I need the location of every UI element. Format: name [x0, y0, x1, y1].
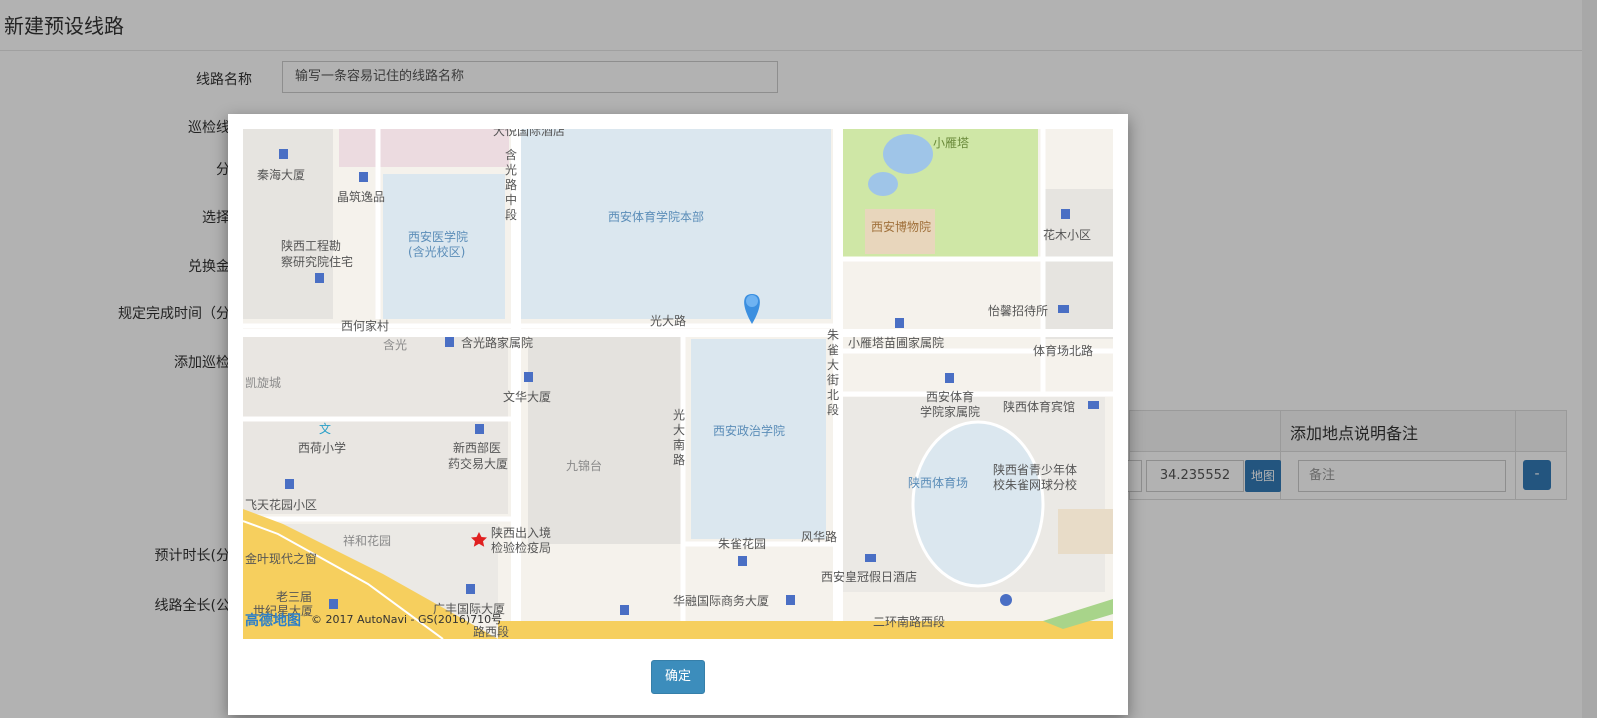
confirm-button[interactable]: 确定: [651, 660, 705, 694]
house-icon: [895, 318, 904, 328]
map-label: 花木小区: [1043, 227, 1091, 242]
map-label: 西安皇冠假日酒店: [821, 569, 917, 584]
road-label: 朱雀大街北段: [827, 328, 839, 417]
map-label: 察研究院住宅: [281, 254, 353, 269]
map-label: 检验检疫局: [491, 540, 551, 555]
road-label: 路西段: [473, 624, 509, 639]
house-icon: [1061, 209, 1070, 219]
map-block: [243, 334, 508, 514]
map-dialog: 秦海大厦 晶筑逸品 陕西工程勘 察研究院住宅 西何家村 含光路家属院 文华大厦 …: [228, 114, 1128, 715]
map-label: 华融国际商务大厦: [673, 593, 769, 608]
map-label: 陕西体育宾馆: [1003, 399, 1075, 414]
school-icon: 文: [319, 421, 331, 436]
map-label: (含光校区): [408, 244, 465, 259]
map-label: 陕西出入境: [491, 525, 551, 540]
map-label: 校朱雀网球分校: [993, 477, 1077, 492]
hotel-icon: [1088, 401, 1099, 409]
map-label: 凯旋城: [245, 376, 281, 390]
map-label: 西安体育: [926, 389, 974, 404]
map-label: 老三届: [276, 590, 312, 604]
map-label: 晶筑逸品: [337, 189, 385, 204]
map-block: [1058, 509, 1113, 554]
map-label: 小雁塔: [933, 136, 969, 150]
map-block: [1043, 189, 1113, 339]
building-icon: [466, 584, 475, 594]
amap-logo: 高德地图: [245, 612, 301, 629]
map-view[interactable]: 秦海大厦 晶筑逸品 陕西工程勘 察研究院住宅 西何家村 含光路家属院 文华大厦 …: [243, 129, 1113, 639]
landmark-icon: [1000, 594, 1012, 606]
map-label: 新西部医: [453, 440, 501, 455]
map-block: [339, 129, 509, 167]
lake-shape: [868, 172, 898, 196]
map-label: 陕西工程勘: [281, 238, 341, 253]
building-icon: [524, 372, 533, 382]
building-icon: [279, 149, 288, 159]
map-label: 秦海大厦: [257, 167, 305, 182]
map-label: 西何家村: [341, 318, 389, 333]
house-icon: [359, 172, 368, 182]
map-label: 陕西体育场: [908, 475, 968, 490]
building-icon: [620, 605, 629, 615]
map-label: 文华大厦: [503, 389, 551, 404]
road-label: 风华路: [801, 529, 837, 544]
building-icon: [475, 424, 484, 434]
road-label: 体育场北路: [1033, 343, 1093, 358]
map-label: 西安体育学院本部: [608, 209, 704, 224]
map-label: 西安政治学院: [713, 423, 785, 438]
map-label: 金叶现代之窗: [245, 551, 317, 566]
map-label: 九锦台: [566, 458, 602, 473]
building-icon: [329, 599, 338, 609]
map-label: 西荷小学: [298, 440, 346, 455]
house-icon: [285, 479, 294, 489]
lake-shape: [883, 134, 933, 174]
building-icon: [786, 595, 795, 605]
map-copyright: © 2017 AutoNavi - GS(2016)710号: [311, 613, 502, 626]
road-label: 光大南路: [673, 408, 685, 467]
map-label: 含光路家属院: [461, 335, 533, 350]
road-label: 光大路: [650, 313, 686, 328]
map-label: 药交易大厦: [448, 456, 508, 471]
road-label: 二环南路西段: [873, 614, 945, 629]
map-label: 飞天花园小区: [245, 497, 317, 512]
campus-block: [691, 339, 826, 539]
map-label: 朱雀花园: [718, 536, 766, 551]
map-label: 含光: [383, 337, 407, 352]
campus-block: [521, 129, 831, 319]
house-icon: [445, 337, 454, 347]
stadium-shape: [911, 420, 1045, 588]
map-label: 西安医学院: [408, 229, 468, 244]
map-label: 祥和花园: [343, 533, 391, 548]
map-label: 怡馨招待所: [988, 303, 1048, 318]
map-block: [528, 334, 683, 544]
map-label: 小雁塔苗圃家属院: [848, 335, 944, 350]
house-icon: [945, 373, 954, 383]
house-icon: [738, 556, 747, 566]
map-label: 学院家属院: [920, 404, 980, 419]
house-icon: [315, 273, 324, 283]
map-label: 陕西省青少年体: [993, 462, 1077, 477]
map-label: 西安博物院: [871, 219, 931, 234]
hotel-icon: [1058, 305, 1069, 313]
ring-road: [498, 621, 1113, 639]
map-label: 大悦国际酒店: [493, 129, 565, 138]
road-label: 含光路中段: [505, 147, 517, 222]
map-canvas[interactable]: 秦海大厦 晶筑逸品 陕西工程勘 察研究院住宅 西何家村 含光路家属院 文华大厦 …: [243, 129, 1113, 639]
hotel-icon: [865, 554, 876, 562]
